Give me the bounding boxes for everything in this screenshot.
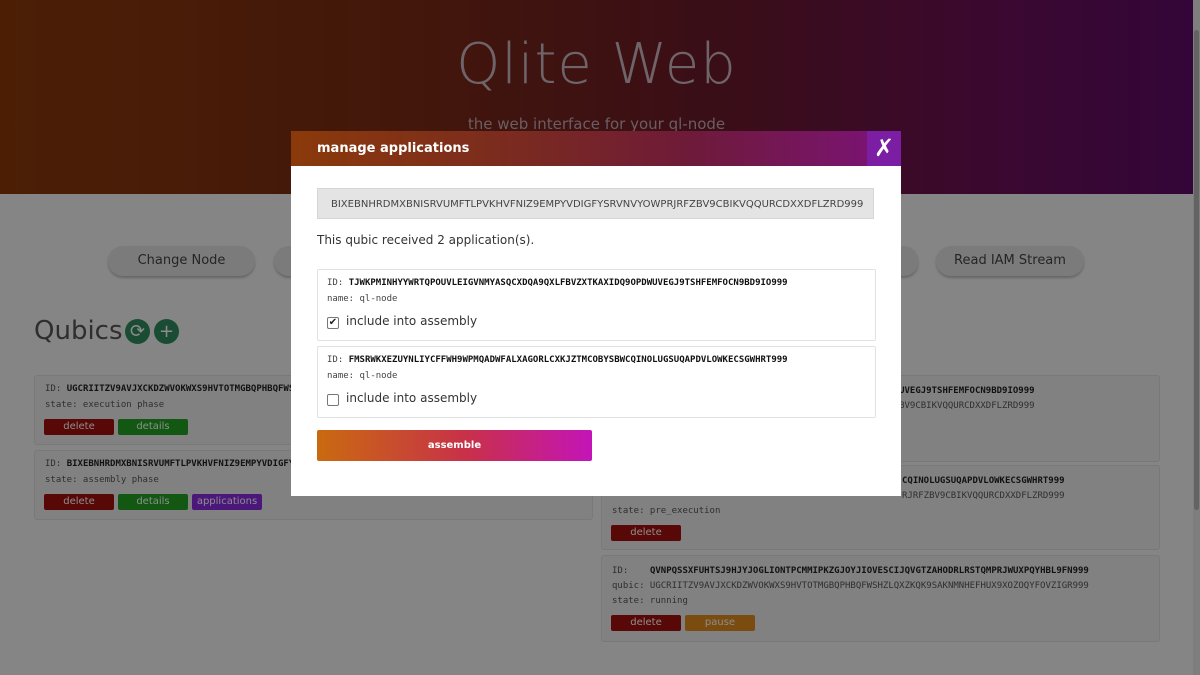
include-checkbox-label[interactable]: include into assembly	[346, 314, 477, 328]
modal-header: manage applications	[291, 131, 867, 166]
assemble-button[interactable]: assemble	[317, 430, 592, 461]
manage-applications-modal: manage applications ✗ BIXEBNHRDMXBNISRVU…	[291, 131, 901, 496]
include-checkbox-label[interactable]: include into assembly	[346, 391, 477, 405]
close-icon[interactable]: ✗	[867, 131, 901, 166]
application-name: name: ql-node	[327, 294, 398, 304]
application-id-label: ID:	[327, 355, 344, 365]
include-checkbox[interactable]	[327, 394, 339, 406]
modal-title: manage applications	[317, 141, 470, 156]
applications-count-text: This qubic received 2 application(s).	[317, 233, 535, 247]
application-id: TJWKPMINHYYWRTQPOUVLEIGVNMYASQCXDQA9QXLF…	[348, 278, 788, 288]
application-id: FMSRWKXEZUYNLIYCFFWH9WPMQADWFALXAGORLCXK…	[348, 355, 788, 365]
qubic-id-field: BIXEBNHRDMXBNISRVUMFTLPVKHVFNIZ9EMPYVDIG…	[317, 188, 874, 219]
application-id-label: ID:	[327, 278, 344, 288]
include-checkbox[interactable]: ✔	[327, 317, 339, 329]
application-item: ID: FMSRWKXEZUYNLIYCFFWH9WPMQADWFALXAGOR…	[317, 346, 876, 418]
application-name: name: ql-node	[327, 371, 398, 381]
application-item: ID: TJWKPMINHYYWRTQPOUVLEIGVNMYASQCXDQA9…	[317, 269, 876, 341]
